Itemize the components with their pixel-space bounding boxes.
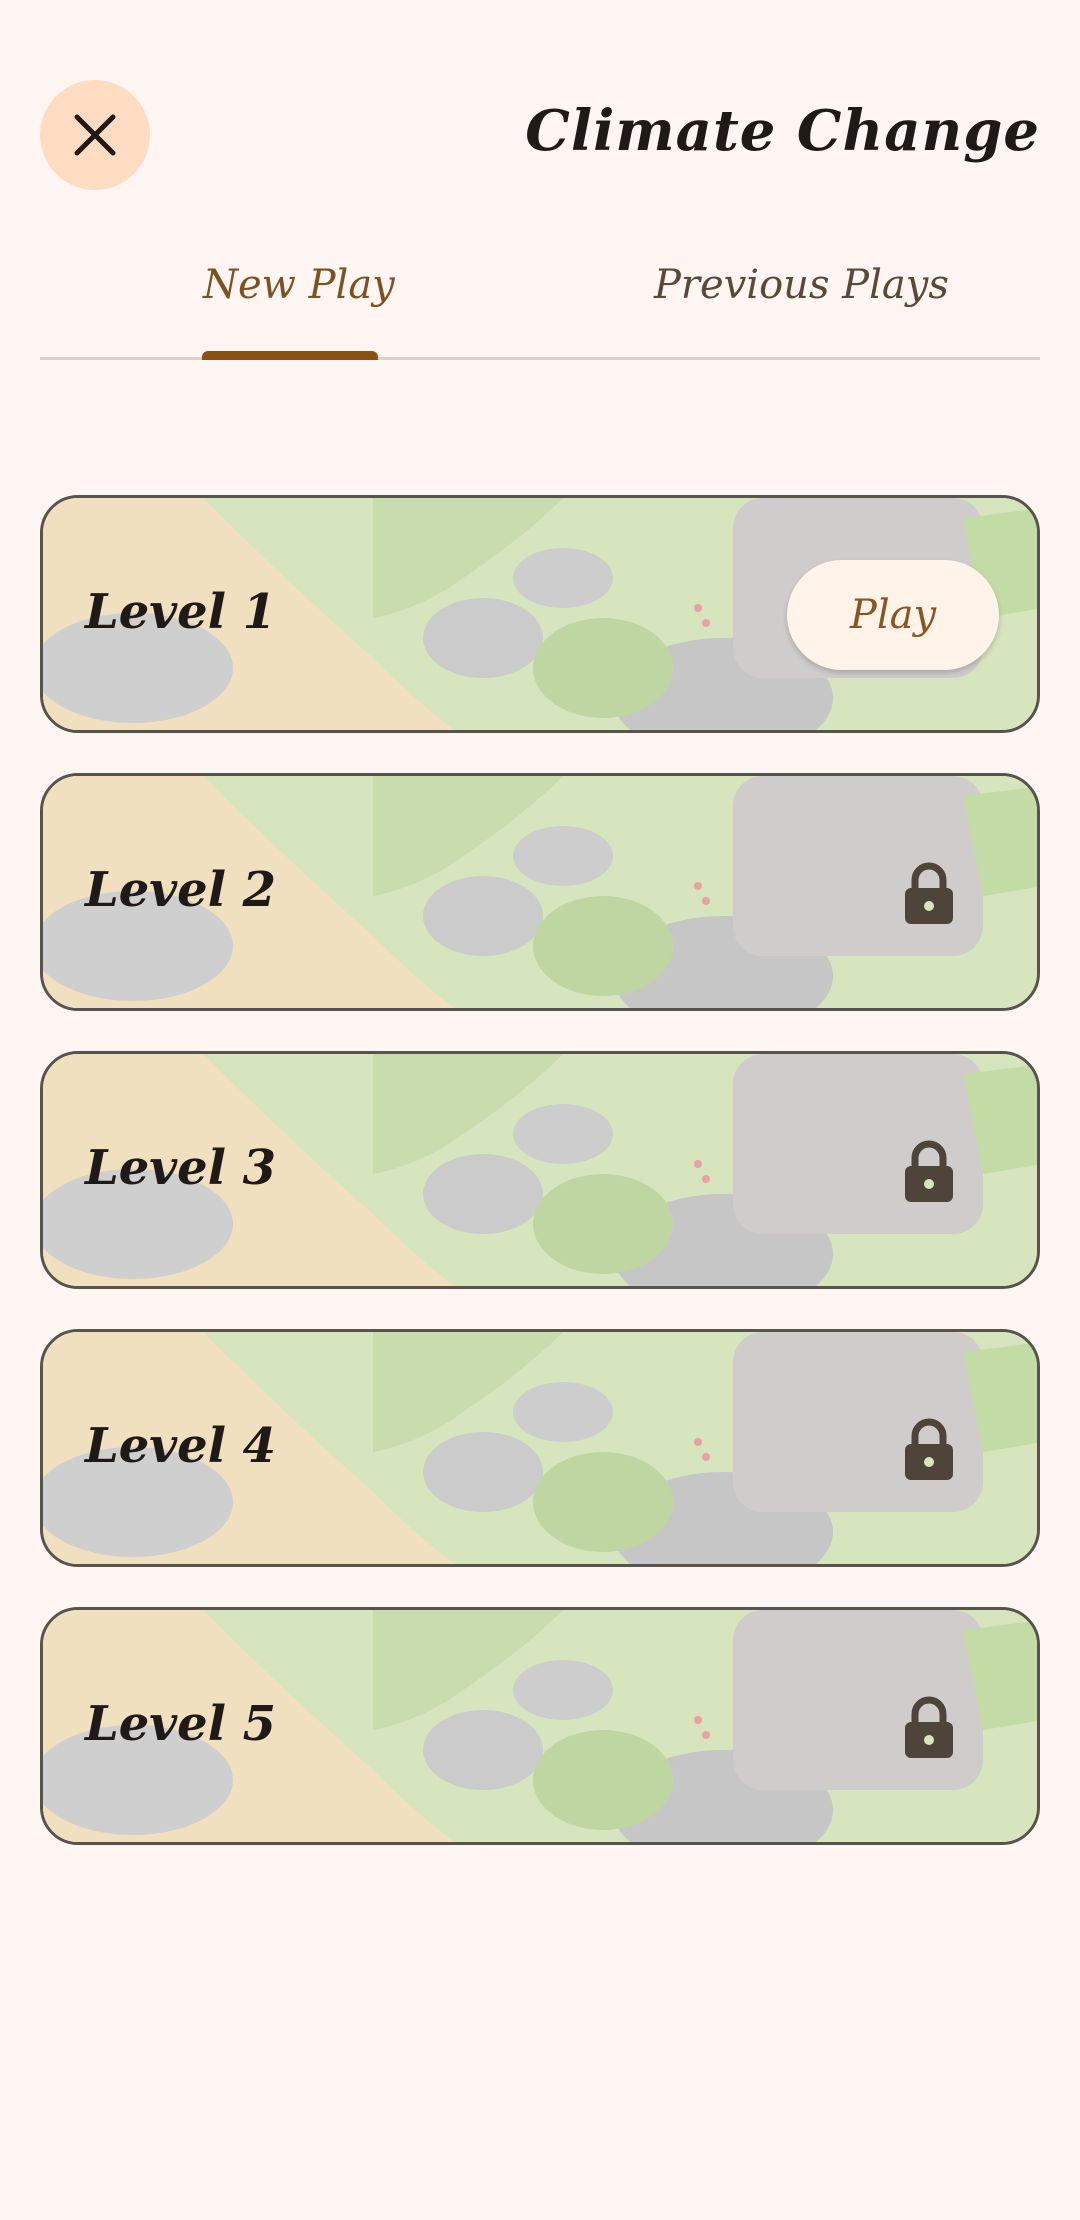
lock-icon bbox=[905, 862, 953, 924]
top-bar: Climate Change bbox=[0, 0, 1080, 220]
close-icon bbox=[74, 114, 116, 156]
level-label: Level 4 bbox=[85, 1418, 277, 1474]
page-title: Climate Change bbox=[525, 98, 1040, 164]
level-card-4: Level 4 bbox=[40, 1329, 1040, 1567]
level-card-2: Level 2 bbox=[40, 773, 1040, 1011]
close-button[interactable] bbox=[40, 80, 150, 190]
tab-previous-plays[interactable]: Previous Plays bbox=[654, 262, 949, 308]
lock-icon bbox=[905, 1696, 953, 1758]
play-button[interactable]: Play bbox=[787, 560, 999, 670]
level-card-1[interactable]: Level 1 Play bbox=[40, 495, 1040, 733]
lock-icon bbox=[905, 1140, 953, 1202]
lock-icon bbox=[905, 1418, 953, 1480]
tab-new-play[interactable]: New Play bbox=[203, 262, 395, 308]
level-label: Level 3 bbox=[85, 1140, 277, 1196]
tab-bar: New Play Previous Plays bbox=[40, 240, 1040, 360]
tab-indicator bbox=[202, 351, 378, 360]
level-card-3: Level 3 bbox=[40, 1051, 1040, 1289]
level-label: Level 2 bbox=[85, 862, 277, 918]
level-label: Level 5 bbox=[85, 1696, 277, 1752]
level-card-5: Level 5 bbox=[40, 1607, 1040, 1845]
level-label: Level 1 bbox=[85, 584, 277, 640]
